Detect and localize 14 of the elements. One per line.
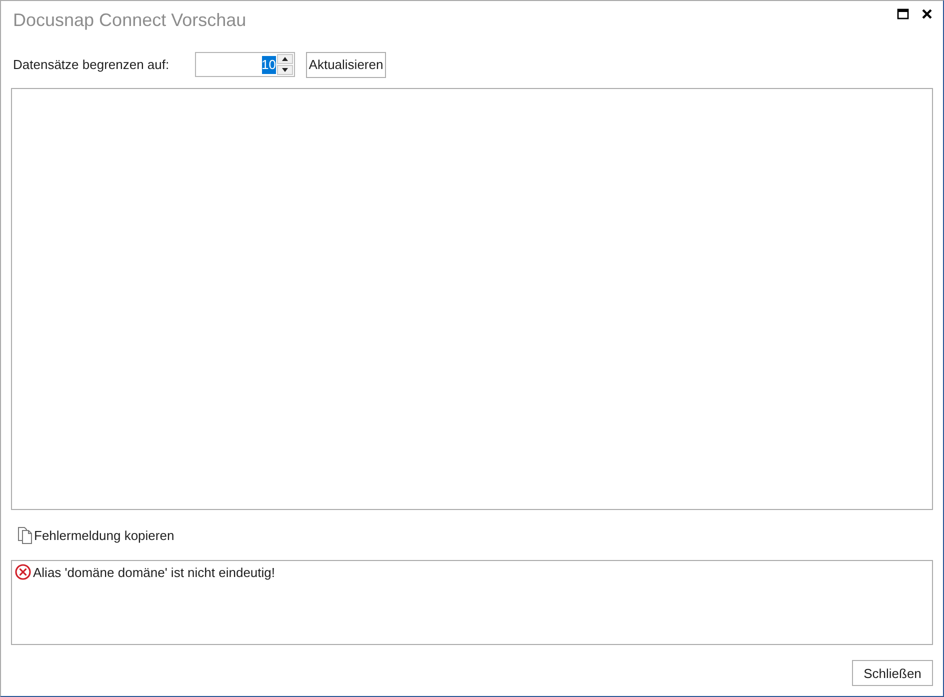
limit-value: 10	[262, 56, 276, 74]
window-title: Docusnap Connect Vorschau	[12, 10, 246, 30]
refresh-button[interactable]: Aktualisieren	[306, 52, 386, 78]
copy-icon	[18, 526, 33, 544]
close-icon[interactable]	[921, 8, 933, 20]
spin-up-icon[interactable]	[277, 54, 293, 64]
error-message: Alias 'domäne domäne' ist nicht eindeutig!	[33, 564, 275, 580]
limit-label: Datensätze begrenzen auf:	[12, 57, 170, 72]
maximize-icon[interactable]	[897, 8, 909, 20]
close-button[interactable]: Schließen	[852, 660, 933, 686]
copy-error-link[interactable]: Fehlermeldung kopieren	[11, 526, 174, 544]
error-icon	[15, 564, 31, 580]
spin-down-icon[interactable]	[277, 65, 293, 75]
limit-spin-field[interactable]: 10	[195, 52, 295, 77]
